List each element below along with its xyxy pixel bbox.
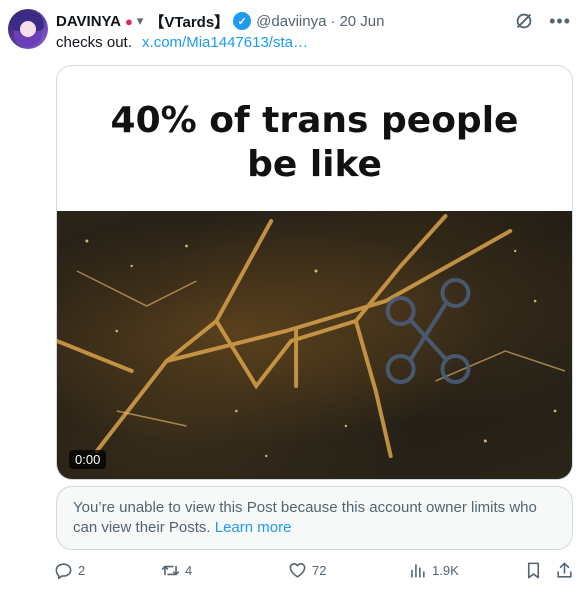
author-name[interactable]: DAVINYA (56, 13, 121, 30)
grok-icon[interactable] (513, 10, 535, 32)
top-actions: ••• (513, 10, 571, 32)
views-count: 1.9K (432, 563, 459, 578)
views-icon (411, 564, 425, 578)
like-icon (289, 562, 306, 578)
like-button[interactable]: 72 (288, 561, 326, 580)
repost-button[interactable]: 4 (161, 561, 192, 580)
unavailable-quote-notice: You’re unable to view this Post because … (56, 486, 573, 550)
bookmark-button[interactable] (524, 561, 543, 580)
video-frame[interactable]: 0:00 (57, 211, 572, 479)
reply-count: 2 (78, 563, 86, 578)
post-header: DAVINYA ● ▾ 【VTards】 ✓ @daviinya · 20 Ju… (56, 11, 384, 31)
reply-icon (55, 563, 72, 580)
share-button[interactable] (555, 561, 574, 580)
author-handle[interactable]: @daviinya (256, 13, 326, 30)
dice-emoji-icon: ● (125, 13, 133, 29)
bat-emoji-icon: ▾ (136, 13, 144, 28)
share-icon (557, 562, 572, 578)
more-icon[interactable]: ••• (549, 12, 571, 30)
post-date[interactable]: 20 Jun (339, 13, 384, 30)
notice-text: You’re unable to view this Post because … (73, 499, 537, 536)
meme-caption-line-1: 40% of trans people (110, 99, 519, 141)
post-body: checks out. (56, 34, 132, 51)
meme-caption-line-2: be like (247, 143, 382, 185)
learn-more-link[interactable]: Learn more (215, 519, 292, 536)
video-timestamp: 0:00 (69, 450, 107, 469)
avatar-face (20, 21, 36, 37)
header-separator: · (330, 12, 336, 30)
author-avatar[interactable] (8, 9, 48, 49)
repost-icon (161, 565, 180, 576)
post-media[interactable]: 40% of trans people be like 0:00 (56, 65, 573, 480)
views-button[interactable]: 1.9K (408, 561, 459, 580)
author-tag: 【VTards】 (149, 13, 230, 31)
meme-caption: 40% of trans people be like (57, 66, 572, 211)
post[interactable]: DAVINYA ● ▾ 【VTards】 ✓ @daviinya · 20 Ju… (0, 0, 585, 593)
repost-count: 4 (185, 563, 193, 578)
post-action-bar: 2 4 72 1.9K (54, 561, 574, 585)
bookmark-icon (527, 562, 540, 579)
post-link[interactable]: x.com/Mia1447613/sta… (142, 34, 308, 51)
post-text: checks out. x.com/Mia1447613/sta… (56, 34, 308, 51)
like-count: 72 (312, 563, 327, 578)
city-lights-image (57, 214, 566, 458)
reply-button[interactable]: 2 (54, 561, 85, 580)
verified-badge-icon[interactable]: ✓ (233, 12, 252, 30)
